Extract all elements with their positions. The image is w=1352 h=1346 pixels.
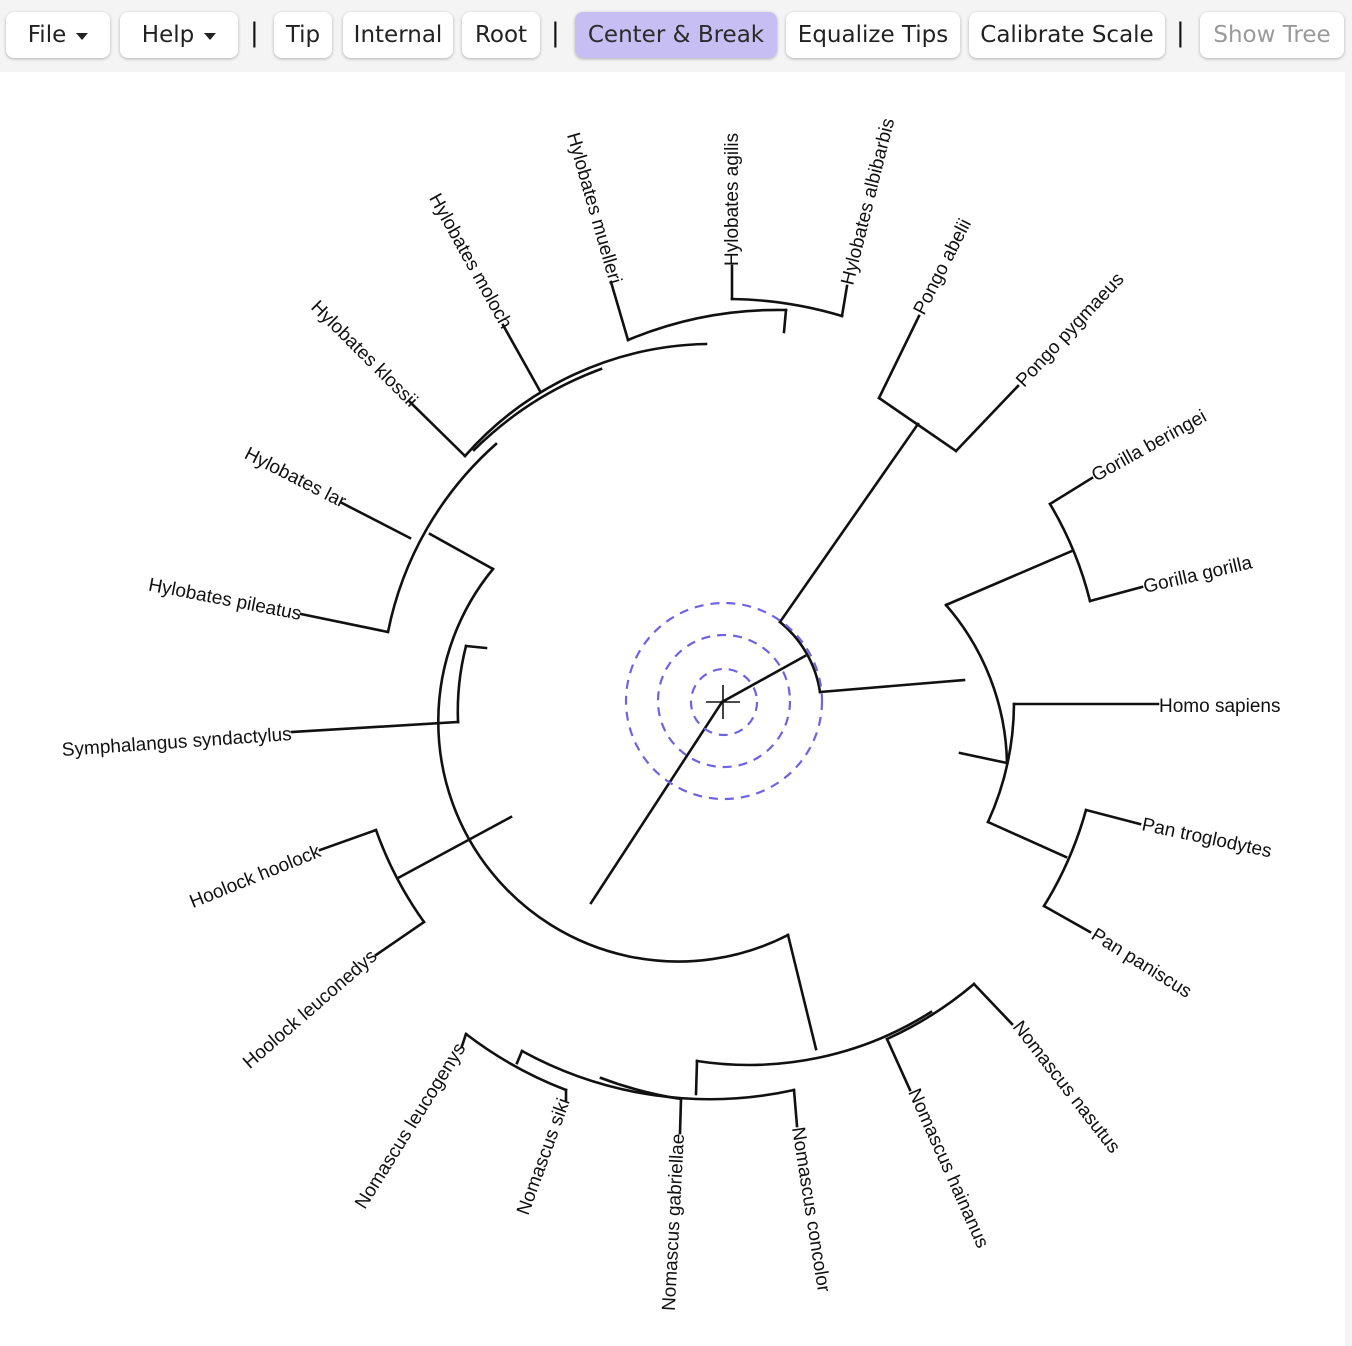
branch <box>986 820 1068 859</box>
branch <box>318 828 378 852</box>
arc <box>472 367 603 452</box>
toolbar-separator: | <box>250 18 259 48</box>
root-branch <box>720 654 807 704</box>
branch <box>1048 476 1094 506</box>
branch <box>501 323 542 393</box>
arc <box>1042 808 1088 908</box>
phylogenetic-tree: Homo sapiens Pan troglodytes Pan paniscu… <box>61 116 1280 1311</box>
tip-label[interactable]: Hoolock hoolock <box>187 841 325 913</box>
tip-label[interactable]: Hylobates klossii <box>306 297 421 412</box>
tip-label[interactable]: Pongo pygmaeus <box>1012 269 1128 391</box>
tip-label[interactable]: Nomascus gabriellae <box>659 1133 689 1311</box>
tip-label[interactable]: Hylobates albibarbis <box>837 116 899 287</box>
tip-label[interactable]: Homo sapiens <box>1159 696 1280 717</box>
equalize-tips-button[interactable]: Equalize Tips <box>786 12 960 58</box>
branch <box>778 422 920 624</box>
arc <box>599 1076 683 1101</box>
branch <box>877 314 921 400</box>
branch <box>428 532 495 571</box>
tip-label[interactable]: Symphalangus syndactylus <box>61 724 292 761</box>
branch <box>464 644 488 650</box>
branch <box>340 501 412 540</box>
tip-label[interactable]: Nomascus leucogenys <box>351 1040 470 1213</box>
tip-label[interactable]: Nomascus nasutus <box>1008 1017 1124 1157</box>
show-tree-button[interactable]: Show Tree <box>1200 12 1344 58</box>
root-button[interactable]: Root <box>462 12 540 58</box>
branch <box>1084 808 1142 826</box>
branch <box>299 612 390 634</box>
branch <box>958 751 1009 765</box>
branch <box>460 1032 468 1048</box>
branch <box>515 1049 524 1065</box>
branch <box>840 284 849 318</box>
tip-label[interactable]: Nomascus concolor <box>787 1125 834 1294</box>
tip-label[interactable]: Nomascus hainanus <box>903 1085 992 1251</box>
gibbon-arc <box>436 567 790 963</box>
root-branch <box>589 700 724 905</box>
branch <box>818 678 966 694</box>
branch <box>1042 904 1092 934</box>
center-break-button[interactable]: Center & Break <box>575 12 777 58</box>
chevron-down-icon <box>76 33 89 40</box>
branch <box>694 1059 699 1096</box>
branch <box>885 1037 912 1092</box>
tip-label[interactable]: Hoolock leuconedys <box>239 946 381 1073</box>
file-menu-button[interactable]: File <box>6 12 110 58</box>
file-menu-label: File <box>27 22 67 48</box>
branch <box>396 815 513 880</box>
crosshair-icon <box>706 685 740 719</box>
branch <box>609 280 630 342</box>
branch <box>1088 585 1144 603</box>
toolbar: File Help | Tip Internal Root | Center &… <box>0 0 1352 72</box>
arc <box>386 442 498 634</box>
tip-label[interactable]: Hylobates agilis <box>722 133 743 266</box>
tip-label[interactable]: Pan troglodytes <box>1140 814 1274 862</box>
branch <box>786 933 818 1051</box>
arc <box>520 1049 796 1101</box>
tree-canvas[interactable]: Homo sapiens Pan troglodytes Pan paniscu… <box>0 72 1345 1346</box>
tip-label[interactable]: Hylobates lar <box>241 443 350 512</box>
tip-label[interactable]: Gorilla beringei <box>1088 406 1210 486</box>
branch <box>408 400 467 458</box>
tip-label[interactable]: Gorilla gorilla <box>1141 552 1254 598</box>
tip-labels: Homo sapiens Pan troglodytes Pan paniscu… <box>61 116 1280 1311</box>
tip-label[interactable]: Hylobates muelleri <box>562 130 625 286</box>
branch <box>877 396 958 453</box>
toolbar-separator: | <box>1176 18 1185 48</box>
branch <box>290 720 460 734</box>
branch <box>374 920 426 957</box>
root-arc <box>778 620 822 694</box>
arc <box>463 342 708 458</box>
branch <box>972 982 1014 1026</box>
arc <box>456 644 468 724</box>
tip-label[interactable]: Pongo abelii <box>910 216 976 319</box>
arc <box>944 603 1009 765</box>
arc <box>730 297 844 318</box>
help-menu-button[interactable]: Help <box>120 12 238 58</box>
toolbar-separator: | <box>551 18 560 48</box>
branch <box>944 549 1074 607</box>
tip-button[interactable]: Tip <box>274 12 332 58</box>
branch <box>782 308 788 334</box>
arc <box>464 1032 568 1092</box>
branch <box>678 1097 683 1135</box>
tip-label[interactable]: Hylobates moloch <box>424 190 516 332</box>
branch <box>792 1088 799 1128</box>
tip-label[interactable]: Nomascus siki <box>513 1096 575 1218</box>
branch <box>954 384 1020 453</box>
chevron-down-icon <box>204 33 217 40</box>
tip-label[interactable]: Pan paniscus <box>1087 924 1195 1002</box>
calibrate-scale-button[interactable]: Calibrate Scale <box>969 12 1165 58</box>
internal-button[interactable]: Internal <box>343 12 453 58</box>
arc <box>626 308 788 342</box>
tip-label[interactable]: Hylobates pileatus <box>147 575 303 625</box>
help-menu-label: Help <box>141 22 195 48</box>
